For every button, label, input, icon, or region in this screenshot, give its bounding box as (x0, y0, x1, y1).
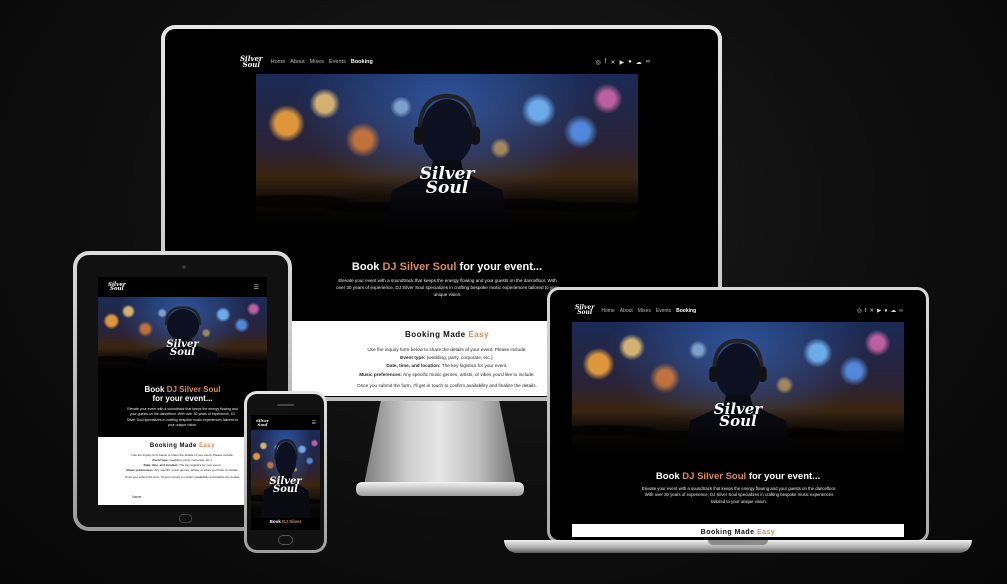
tablet-home-button (179, 514, 192, 523)
instagram-icon[interactable]: ◎ (596, 59, 601, 66)
booking-section: Booking Made Easy (572, 524, 904, 537)
soundcloud-icon[interactable]: ☁ (891, 308, 897, 314)
x-icon[interactable]: ✕ (869, 308, 874, 314)
navbar: Silver Soul ☰ (251, 415, 320, 430)
instagram-icon[interactable]: ◎ (857, 308, 862, 314)
nav-links: Home About Mixes Events Booking (271, 59, 373, 65)
spotify-icon[interactable]: ● (628, 59, 632, 66)
social-links: ◎ f ✕ ▶ ● ☁ ∞ (596, 59, 650, 66)
shirt-logo: Silver Soul (269, 476, 302, 496)
monitor-stand-base (356, 482, 524, 496)
nav-links: Home About Mixes Events Booking (601, 308, 696, 314)
booking-instructions: Use the inquiry form below to share the … (124, 453, 241, 480)
mixcloud-icon[interactable]: ∞ (646, 59, 650, 66)
hero-title: Book DJ Silver Soul for your event... (655, 471, 821, 482)
laptop-notch (708, 540, 768, 545)
booking-heading: Booking Made Easy (149, 443, 216, 449)
facebook-icon[interactable]: f (865, 308, 867, 314)
x-icon[interactable]: ✕ (610, 59, 615, 66)
youtube-icon[interactable]: ▶ (619, 59, 624, 66)
navbar: Silver Soul ☰ (98, 277, 267, 297)
hero-image: Silver Soul (572, 322, 904, 462)
phone-home-button (278, 535, 293, 545)
nav-events[interactable]: Events (329, 59, 346, 65)
nav-mixes[interactable]: Mixes (310, 59, 324, 65)
phone: Silver Soul ☰ Silver Soul Book DJ Silver (244, 391, 327, 553)
nav-about[interactable]: About (620, 308, 633, 314)
soundcloud-icon[interactable]: ☁ (636, 59, 642, 66)
shirt-logo: Silver Soul (713, 400, 763, 431)
phone-screen: Silver Soul ☰ Silver Soul Book DJ Silver (251, 415, 320, 530)
hamburger-menu-icon[interactable]: ☰ (312, 420, 316, 426)
hero-subtitle: Elevate your event with a soundtrack tha… (336, 278, 559, 297)
mixcloud-icon[interactable]: ∞ (899, 308, 903, 314)
navbar: Silver Soul Home About Mixes Events Booki… (559, 301, 917, 321)
hero-image: Silver Soul (251, 430, 320, 518)
facebook-icon[interactable]: f (605, 59, 607, 66)
form-name-label: Name (132, 495, 142, 499)
nav-about[interactable]: About (290, 59, 304, 65)
nav-home[interactable]: Home (271, 59, 286, 65)
booking-heading: Booking Made Easy (700, 529, 776, 536)
hero-image: Silver Soul (98, 297, 267, 377)
hero-subtitle: Elevate your event with a soundtrack tha… (126, 407, 239, 427)
device-mockup-stage: Silver Soul Home About Mixes Events Booki… (0, 0, 1007, 584)
monitor-stand (362, 401, 518, 495)
spotify-icon[interactable]: ● (884, 308, 887, 314)
laptop: Silver Soul Home About Mixes Events Booki… (547, 287, 929, 543)
nav-booking[interactable]: Booking (676, 308, 696, 314)
social-links: ◎ f ✕ ▶ ● ☁ ∞ (857, 308, 903, 314)
hero-subtitle: Elevate your event with a soundtrack tha… (641, 486, 837, 504)
phone-speaker (277, 404, 294, 406)
nav-home[interactable]: Home (601, 308, 614, 314)
tablet-screen: Silver Soul ☰ Silver Soul Book DJ Silver… (98, 277, 267, 505)
hero-title: Book DJ Silver Soul for your event... (351, 261, 543, 273)
hero-title: Book DJ Silver (269, 519, 302, 524)
hero-title: Book DJ Silver Soul for your event... (144, 385, 221, 404)
youtube-icon[interactable]: ▶ (877, 308, 881, 314)
shirt-logo: Silver Soul (419, 164, 475, 198)
site-logo[interactable]: Silver Soul (240, 56, 263, 68)
nav-booking[interactable]: Booking (351, 59, 373, 65)
booking-section: Booking Made Easy Use the inquiry form b… (98, 437, 267, 505)
nav-events[interactable]: Events (656, 308, 671, 314)
site-logo[interactable]: Silver Soul (256, 419, 269, 426)
shirt-logo: Silver Soul (166, 339, 199, 358)
hero-image: Silver Soul (256, 74, 638, 239)
hamburger-menu-icon[interactable]: ☰ (254, 284, 259, 291)
nav-mixes[interactable]: Mixes (638, 308, 651, 314)
site-logo[interactable]: Silver Soul (108, 282, 126, 292)
tablet-camera (182, 265, 186, 269)
site-logo[interactable]: Silver Soul (575, 305, 594, 316)
laptop-screen: Silver Soul Home About Mixes Events Booki… (559, 301, 917, 537)
navbar: Silver Soul Home About Mixes Events Booki… (190, 51, 700, 73)
